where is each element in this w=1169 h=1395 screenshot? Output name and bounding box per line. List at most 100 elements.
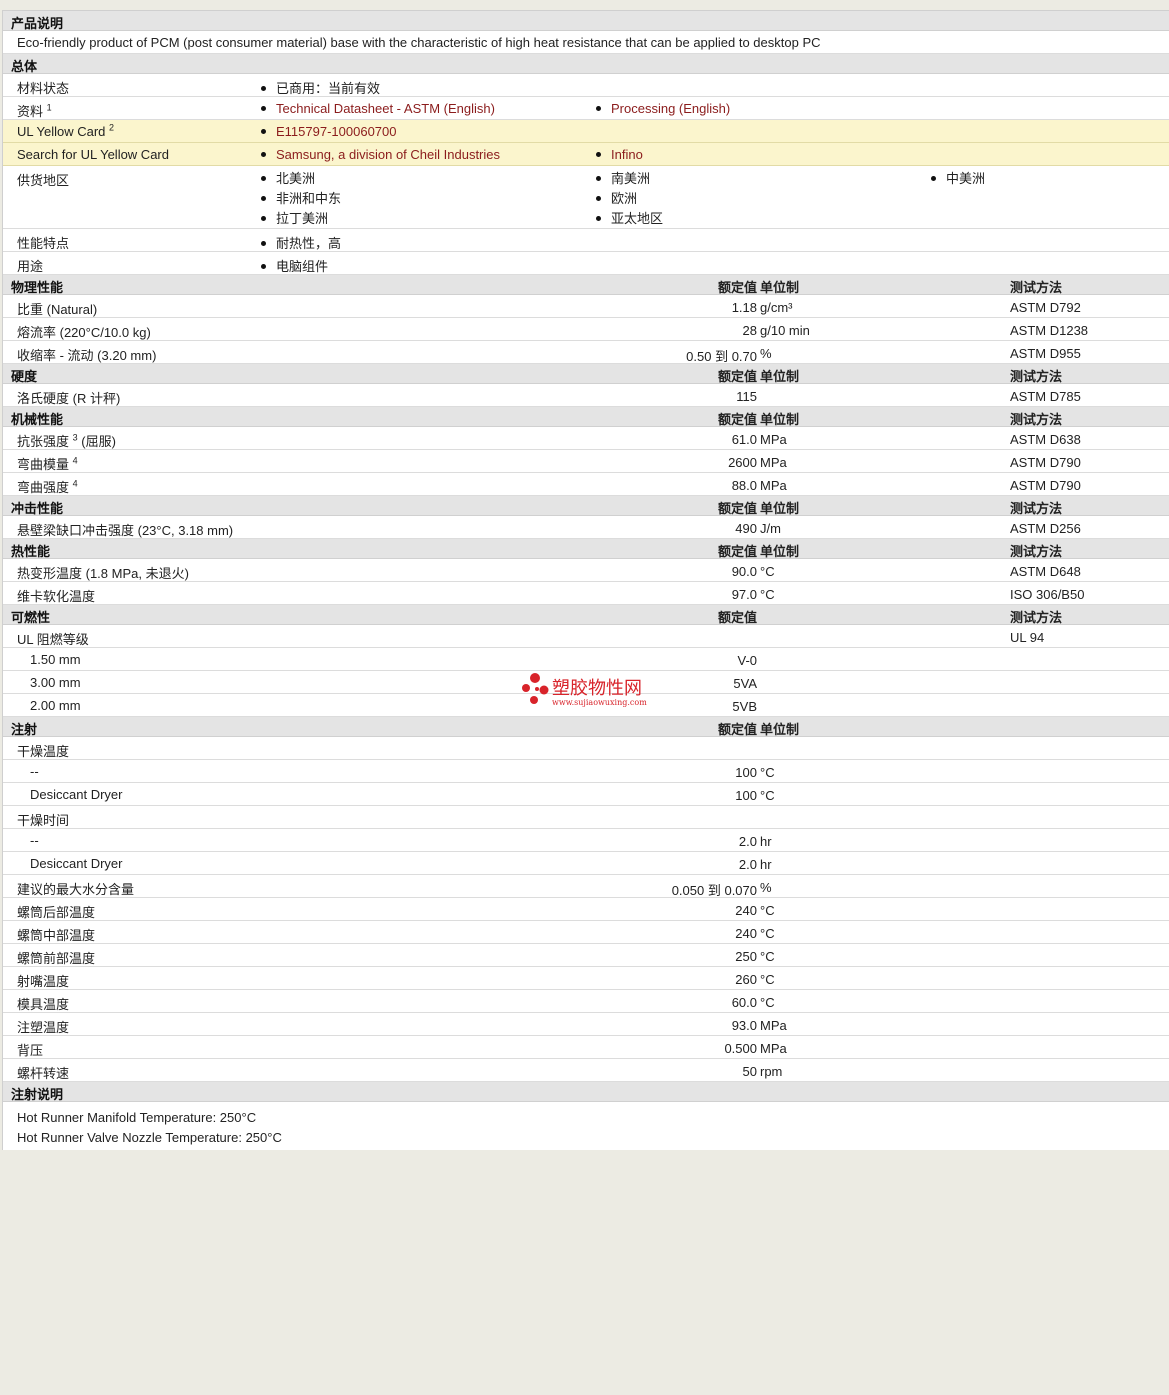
property-label: 弯曲模量 4 xyxy=(17,455,78,472)
property-unit: °C xyxy=(760,587,775,602)
property-unit: °C xyxy=(760,949,775,964)
property-row: -- 2.0 hr xyxy=(3,829,1169,852)
col-header-value: 额定值 xyxy=(717,369,757,384)
property-method: ASTM D648 xyxy=(1010,564,1081,579)
section-title: 注射 xyxy=(11,722,38,737)
property-row: 比重 (Natural) 1.18 g/cm³ ASTM D792 xyxy=(3,295,1169,318)
watermark: 塑胶物性网 www.sujiaowuxing.com xyxy=(520,672,660,712)
property-value: 100 xyxy=(735,788,757,803)
yellow-card-row: UL Yellow Card 2 E115797-100060700 xyxy=(3,120,1169,143)
watermark-title: 塑胶物性网 xyxy=(552,678,642,699)
document-link-technical[interactable]: Technical Datasheet - ASTM (English) xyxy=(261,101,495,116)
property-value: 2600 xyxy=(728,455,757,470)
property-unit: °C xyxy=(760,903,775,918)
property-label: UL 阻燃等级 xyxy=(17,632,89,647)
section-title: 机械性能 xyxy=(11,412,64,427)
regions-col-1: 北美洲 非洲和中东 拉丁美洲 xyxy=(261,169,341,229)
property-label: 维卡软化温度 xyxy=(17,589,96,604)
property-label: 射嘴温度 xyxy=(17,974,70,989)
col-header-value: 额定值 xyxy=(717,280,757,295)
property-row: 洛氏硬度 (R 计秤) 115 ASTM D785 xyxy=(3,384,1169,407)
col-header-value: 额定值 xyxy=(717,501,757,516)
region-item: 拉丁美洲 xyxy=(261,209,341,229)
col-header-method: 测试方法 xyxy=(1010,501,1063,516)
property-value: 240 xyxy=(735,903,757,918)
property-unit: % xyxy=(760,880,772,895)
bullet-icon xyxy=(261,176,266,182)
property-value: 88.0 xyxy=(731,478,757,493)
section-title: 总体 xyxy=(11,59,38,74)
property-row: 1.50 mm V-0 xyxy=(3,648,1169,671)
section-title: 可燃性 xyxy=(11,610,51,625)
region-item: 欧洲 xyxy=(596,189,663,209)
region-item: 非洲和中东 xyxy=(261,189,341,209)
property-value: 2.0 xyxy=(738,857,757,872)
section-title: 物理性能 xyxy=(11,280,64,295)
material-status-row: 材料状态 已商用：当前有效 xyxy=(3,74,1169,97)
uses-row: 用途 电脑组件 xyxy=(3,252,1169,275)
property-value: 5VA xyxy=(733,676,757,691)
property-row: 干燥温度 xyxy=(3,737,1169,760)
col-header-value: 额定值 xyxy=(717,610,757,625)
property-row: Desiccant Dryer 100 °C xyxy=(3,783,1169,806)
property-value: 5VB xyxy=(732,699,757,714)
regions-col-3: 中美洲 xyxy=(931,169,985,189)
property-value: 93.0 xyxy=(731,1018,757,1033)
property-row: 弯曲模量 4 2600 MPa ASTM D790 xyxy=(3,450,1169,473)
col-header-unit: 单位制 xyxy=(760,369,800,384)
features-row: 性能特点 耐热性，高 xyxy=(3,229,1169,252)
bullet-icon xyxy=(596,152,601,158)
bullet-icon xyxy=(261,216,266,222)
property-label: Desiccant Dryer xyxy=(30,787,123,802)
product-description-text: Eco-friendly product of PCM (post consum… xyxy=(17,35,821,50)
property-label: 热变形温度 (1.8 MPa, 未退火) xyxy=(17,566,189,581)
property-value: 100 xyxy=(735,765,757,780)
property-label: 2.00 mm xyxy=(30,698,81,713)
property-unit: °C xyxy=(760,972,775,987)
section-header-thermal: 热性能 额定值 单位制 测试方法 xyxy=(3,539,1169,559)
property-unit: hr xyxy=(760,857,772,872)
property-row: 悬壁梁缺口冲击强度 (23°C, 3.18 mm) 490 J/m ASTM D… xyxy=(3,516,1169,539)
col-header-value: 额定值 xyxy=(717,412,757,427)
property-method: ASTM D638 xyxy=(1010,432,1081,447)
property-row: 弯曲强度 4 88.0 MPa ASTM D790 xyxy=(3,473,1169,496)
datasheet: 产品说明 Eco-friendly product of PCM (post c… xyxy=(2,10,1169,1150)
property-unit: J/m xyxy=(760,521,781,536)
col-header-method: 测试方法 xyxy=(1010,610,1063,625)
property-row: Desiccant Dryer 2.0 hr xyxy=(3,852,1169,875)
property-row: 射嘴温度 260 °C xyxy=(3,967,1169,990)
document-link-processing[interactable]: Processing (English) xyxy=(596,101,730,116)
yellow-card-link[interactable]: E115797-100060700 xyxy=(261,124,397,139)
property-method: UL 94 xyxy=(1010,630,1045,645)
col-header-method: 测试方法 xyxy=(1010,544,1063,559)
property-row: 背压 0.500 MPa xyxy=(3,1036,1169,1059)
property-label: 螺筒中部温度 xyxy=(17,928,96,943)
region-item: 北美洲 xyxy=(261,169,341,189)
property-value: 240 xyxy=(735,926,757,941)
section-title: 冲击性能 xyxy=(11,501,64,516)
material-status-value: 已商用：当前有效 xyxy=(261,78,380,97)
region-item: 亚太地区 xyxy=(596,209,663,229)
note-line: Hot Runner Manifold Temperature: 250°C xyxy=(17,1110,257,1125)
property-label: 螺筒后部温度 xyxy=(17,905,96,920)
property-value: 60.0 xyxy=(731,995,757,1010)
section-header-general: 总体 xyxy=(3,54,1169,74)
property-label: -- xyxy=(30,764,39,779)
property-value: 250 xyxy=(735,949,757,964)
search-link-infino[interactable]: Infino xyxy=(596,147,643,162)
search-yellow-card-label: Search for UL Yellow Card xyxy=(17,147,169,162)
property-value: 260 xyxy=(735,972,757,987)
property-method: ASTM D256 xyxy=(1010,521,1081,536)
region-item: 南美洲 xyxy=(596,169,663,189)
property-label: 弯曲强度 4 xyxy=(17,478,78,495)
property-row: 螺筒前部温度 250 °C xyxy=(3,944,1169,967)
search-link-samsung[interactable]: Samsung, a division of Cheil Industries xyxy=(261,147,500,162)
property-unit: g/cm³ xyxy=(760,300,793,315)
bullet-icon xyxy=(596,196,601,202)
section-header-injection: 注射 额定值 单位制 xyxy=(3,717,1169,737)
bullet-icon xyxy=(261,106,266,112)
property-method: ASTM D785 xyxy=(1010,389,1081,404)
regions-col-2: 南美洲 欧洲 亚太地区 xyxy=(596,169,663,229)
property-unit: °C xyxy=(760,564,775,579)
property-label: 比重 (Natural) xyxy=(17,302,98,317)
